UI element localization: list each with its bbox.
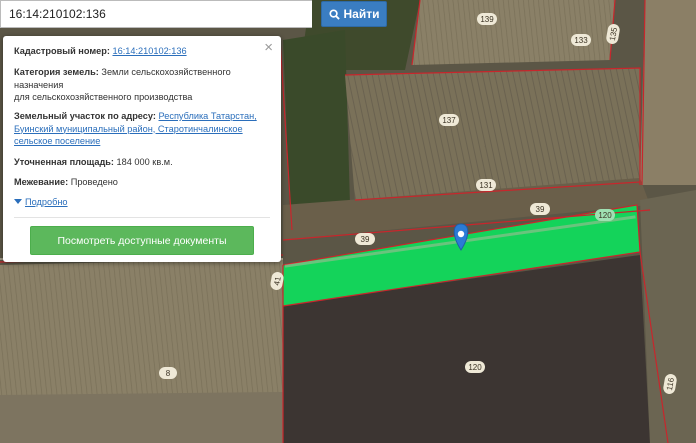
parcel-info-popup: × Кадастровый номер: 16:14:210102:136 Ка…: [3, 36, 281, 262]
svg-text:120: 120: [468, 363, 482, 372]
search-input[interactable]: [0, 0, 312, 28]
cadastral-number-link[interactable]: 16:14:210102:136: [112, 46, 186, 56]
area-value: 184 000 кв.м.: [116, 157, 173, 167]
land-category-label: Категория земель:: [14, 67, 99, 77]
parcel-label[interactable]: 39: [530, 203, 550, 215]
svg-text:39: 39: [361, 235, 370, 244]
parcel-label[interactable]: 39: [355, 233, 375, 245]
survey-label: Межевание:: [14, 177, 69, 187]
land-category-value: назначения: [14, 79, 64, 90]
survey-value: Проведено: [70, 177, 118, 187]
parcel-label[interactable]: 139: [477, 13, 497, 25]
view-documents-button[interactable]: Посмотреть доступные документы: [30, 226, 254, 255]
land-category-value: для сельскохозяйственного производства: [14, 92, 193, 102]
parcel-label[interactable]: 133: [571, 34, 591, 46]
parcel-label[interactable]: 120: [465, 361, 485, 373]
svg-text:137: 137: [442, 116, 456, 125]
land-category-row: Категория земель: Земли сельскохозяйстве…: [14, 66, 272, 104]
search-bar: Найти: [0, 0, 390, 28]
svg-text:139: 139: [480, 15, 494, 24]
address-link[interactable]: Буинский муниципальный район, Старотинча…: [14, 124, 243, 134]
parcel-label[interactable]: 120: [595, 209, 615, 221]
address-row: Земельный участок по адресу: Республика …: [14, 110, 272, 148]
details-toggle[interactable]: Подробно: [14, 196, 272, 209]
svg-text:133: 133: [574, 36, 588, 45]
cadastral-number-row: Кадастровый номер: 16:14:210102:136: [14, 45, 272, 58]
search-button[interactable]: Найти: [321, 1, 387, 27]
parcel-label[interactable]: 8: [159, 367, 177, 379]
search-button-label: Найти: [343, 7, 380, 21]
address-label: Земельный участок по адресу:: [14, 111, 156, 121]
cadastral-number-label: Кадастровый номер:: [14, 46, 110, 56]
address-link[interactable]: сельское поселение: [14, 136, 100, 146]
parcel-label[interactable]: 131: [476, 179, 496, 191]
details-link[interactable]: Подробно: [25, 197, 68, 207]
triangle-down-icon: [14, 199, 22, 204]
land-category-value: Земли сельскохозяйственного: [101, 67, 231, 77]
search-icon: [328, 8, 340, 20]
svg-text:39: 39: [536, 205, 545, 214]
svg-text:131: 131: [479, 181, 493, 190]
area-row: Уточненная площадь: 184 000 кв.м.: [14, 156, 272, 169]
area-label: Уточненная площадь:: [14, 157, 114, 167]
address-link[interactable]: Республика Татарстан,: [159, 111, 257, 121]
svg-text:120: 120: [598, 211, 612, 220]
parcel-label[interactable]: 137: [439, 114, 459, 126]
svg-text:8: 8: [166, 369, 171, 378]
divider: [14, 217, 270, 218]
survey-row: Межевание: Проведено: [14, 176, 272, 189]
